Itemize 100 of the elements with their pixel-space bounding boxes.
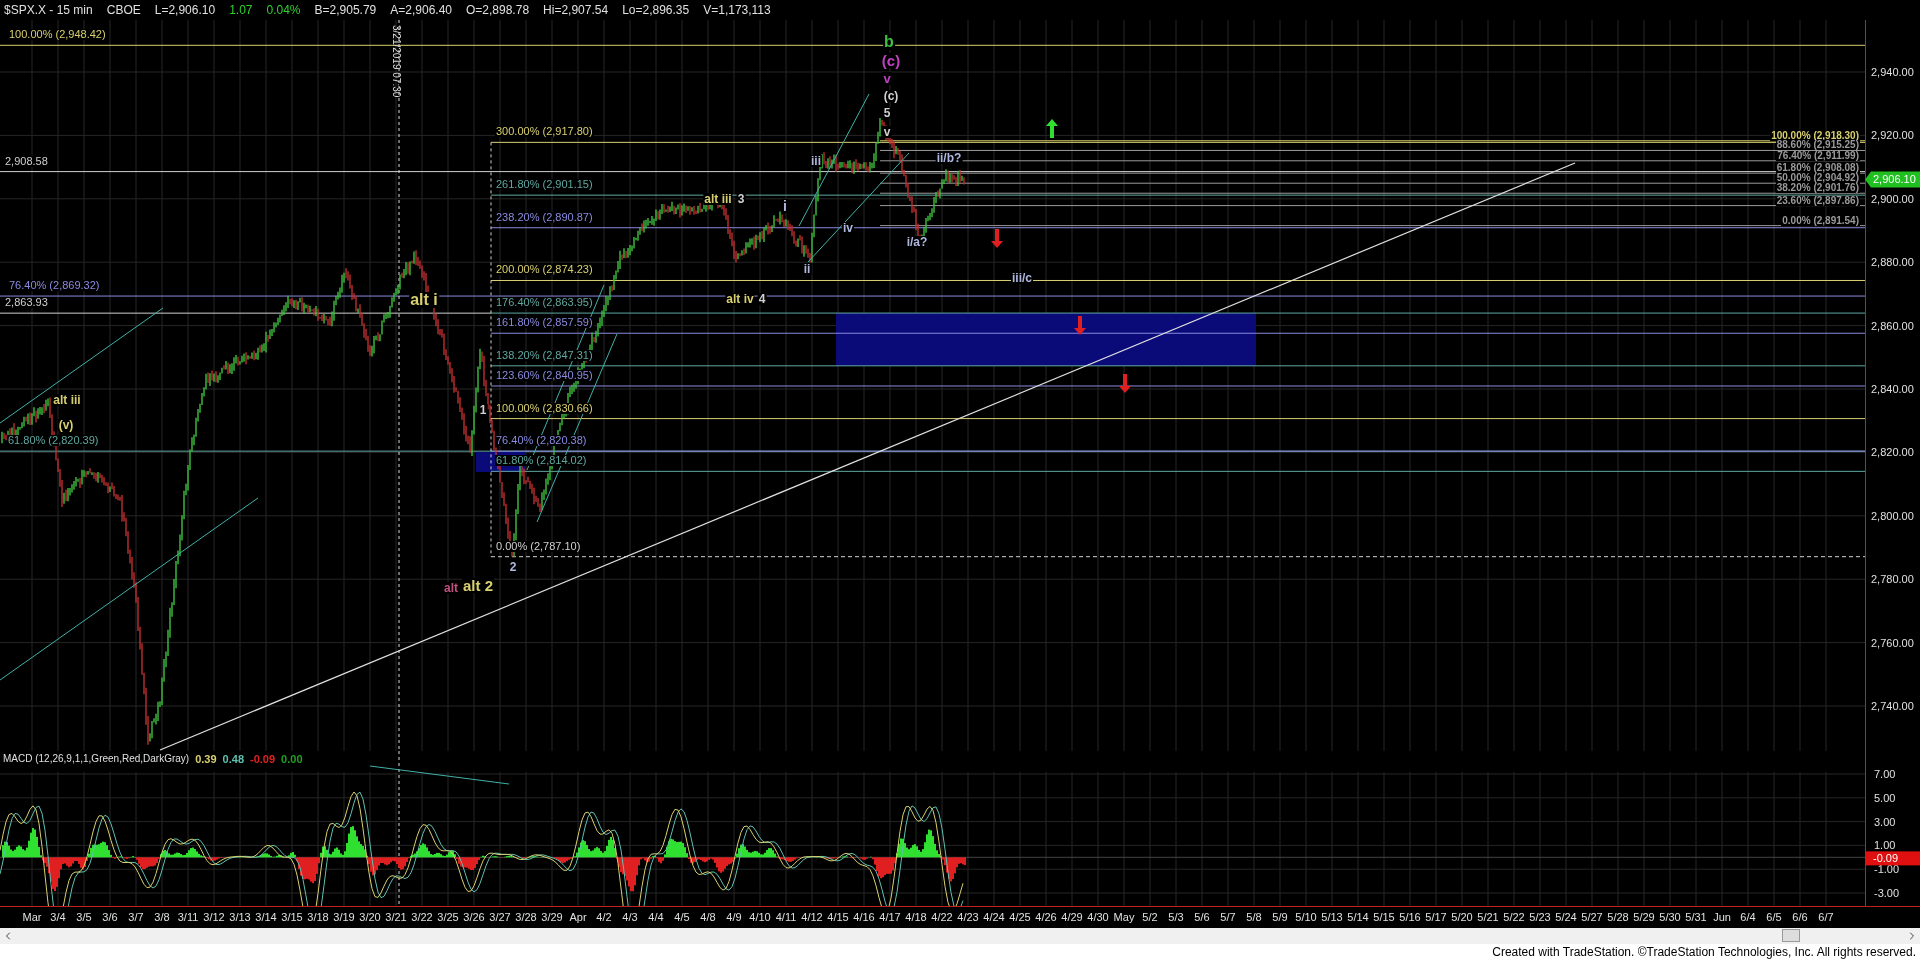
date-axis-label: 3/11 xyxy=(176,910,200,925)
quote-text: 0.04% xyxy=(266,3,301,17)
date-axis-label: 4/24 xyxy=(982,910,1006,925)
last-value-tag: -0.09 xyxy=(1866,851,1920,866)
fib-level-label: 50.00% (2,904.92) xyxy=(1775,173,1860,184)
date-axis-label: 4/16 xyxy=(852,910,876,925)
fib-level-label: 200.00% (2,874.23) xyxy=(495,264,594,276)
fib-level-label: 238.20% (2,890.87) xyxy=(495,211,594,223)
fib-level-label: 0.00% (2,787.10) xyxy=(495,540,582,552)
date-axis-label: 3/8 xyxy=(153,910,171,925)
date-axis-label: 3/26 xyxy=(462,910,486,925)
quote-text: O=2,898.78 xyxy=(466,3,530,17)
last-price-tag: 2,906.10 xyxy=(1865,171,1920,188)
date-axis-label: Mar xyxy=(21,910,43,925)
date-axis-label: 3/19 xyxy=(332,910,356,925)
date-axis-label: Jun xyxy=(1712,910,1732,925)
date-axis-label: 6/4 xyxy=(1739,910,1757,925)
date-axis-label: 4/3 xyxy=(621,910,639,925)
fib-level-label: 123.60% (2,840.95) xyxy=(495,370,594,381)
wave-label: alt 2 xyxy=(462,578,494,593)
date-axis-label: 5/29 xyxy=(1632,910,1656,925)
date-axis-label: 5/7 xyxy=(1219,910,1237,925)
date-axis-label: 6/7 xyxy=(1817,910,1835,925)
macd-axis-label: -3.00 xyxy=(1874,887,1900,899)
price-axis-label: 2,780.00 xyxy=(1871,573,1914,586)
date-axis-label: 3/27 xyxy=(488,910,512,925)
date-axis-label: 5/28 xyxy=(1606,910,1630,925)
date-axis-label: 3/7 xyxy=(127,910,145,925)
date-axis-label: 4/5 xyxy=(673,910,691,925)
date-axis-label: May xyxy=(1112,910,1136,925)
fib-level-label: 161.80% (2,857.59) xyxy=(495,317,594,329)
fib-level-label: 76.40% (2,820.38) xyxy=(495,435,588,447)
quote-text: CBOE xyxy=(106,3,141,17)
quote-text: L=2,906.10 xyxy=(154,3,216,17)
wave-label: i xyxy=(782,199,788,213)
date-axis-label: 4/23 xyxy=(956,910,980,925)
macd-axis-label: 3.00 xyxy=(1874,815,1896,828)
price-axis-label: 2,900.00 xyxy=(1871,192,1914,205)
date-axis-label: 4/11 xyxy=(774,910,798,925)
price-axis-label: 2,860.00 xyxy=(1871,319,1914,332)
date-axis-label: 5/27 xyxy=(1580,910,1604,925)
date-axis-label: 5/3 xyxy=(1167,910,1185,925)
quote-text: 1.07 xyxy=(229,3,253,17)
macd-axis-label: -1.00 xyxy=(1874,863,1900,876)
date-axis-label: 4/8 xyxy=(699,910,717,925)
wave-label: 3 xyxy=(736,193,746,205)
fib-level-label: 38.20% (2,901.76) xyxy=(1775,183,1860,194)
date-axis-label: 5/21 xyxy=(1476,910,1500,925)
fib-level-label: 23.60% (2,897.86) xyxy=(1775,195,1860,206)
date-axis-label: 3/22 xyxy=(410,910,434,925)
date-axis-label: 3/14 xyxy=(254,910,278,925)
date-axis-label: 6/6 xyxy=(1791,910,1809,925)
arrow-down-icon xyxy=(1074,316,1086,335)
price-axis-label: 2,840.00 xyxy=(1871,383,1914,395)
price-axis-label: 2,760.00 xyxy=(1871,636,1914,649)
date-axis-label: 4/15 xyxy=(826,910,850,925)
fib-level-label: 176.40% (2,863.95) xyxy=(495,297,594,309)
date-axis-label: 5/30 xyxy=(1658,910,1682,925)
date-axis-label: 3/12 xyxy=(202,910,226,925)
date-axis-label: 4/12 xyxy=(800,910,824,925)
fib-level-label: 61.80% (2,908.08) xyxy=(1775,163,1860,174)
date-marker-label: 3/21/2019 07:30 xyxy=(391,25,402,98)
arrow-down-icon xyxy=(991,229,1003,248)
level-label: 61.80% (2,820.39) xyxy=(7,435,100,447)
price-axis-label: 2,820.00 xyxy=(1871,446,1914,459)
wave-label: alt iv xyxy=(725,293,755,305)
macd-axis-label: 5.00 xyxy=(1874,791,1896,804)
quote-text: A=2,906.40 xyxy=(390,3,452,17)
level-label: 100.00% (2,948.42) xyxy=(8,29,107,41)
wave-label: iii xyxy=(810,155,822,167)
date-axis-label: Apr xyxy=(568,910,588,925)
copyright-footer: Created with TradeStation. ©TradeStation Technologies, Inc. All rights reserved. xyxy=(0,944,1920,960)
wave-label: iii/c xyxy=(1011,272,1033,284)
date-axis-label: 5/2 xyxy=(1141,910,1159,925)
fib-level-label: 0.00% (2,891.54) xyxy=(1781,215,1860,226)
price-axis-label: 2,880.00 xyxy=(1871,256,1914,269)
macd-value: -0.09 xyxy=(250,754,276,765)
macd-value: 0.39 xyxy=(195,754,217,765)
level-label: 76.40% (2,869.32) xyxy=(8,280,101,292)
date-axis-label: 5/6 xyxy=(1193,910,1211,925)
macd-title: MACD (12,26,9,1,1,Green,Red,DarkGray) xyxy=(3,754,190,765)
macd-axis-label: 7.00 xyxy=(1874,768,1896,780)
fib-level-label: 261.80% (2,901.15) xyxy=(495,179,594,191)
date-axis-label: 4/25 xyxy=(1008,910,1032,925)
date-axis-label: 3/18 xyxy=(306,910,330,925)
wave-label: alt iii xyxy=(52,394,82,406)
date-axis-label: 5/16 xyxy=(1398,910,1422,925)
date-axis-label: 4/4 xyxy=(647,910,665,925)
arrow-down-icon xyxy=(1119,374,1131,393)
level-label: 2,908.58 xyxy=(4,155,49,167)
wave-label: 2 xyxy=(508,561,518,573)
date-axis-label: 3/15 xyxy=(280,910,304,925)
date-axis-label: 5/31 xyxy=(1684,910,1708,925)
fib-level-label: 76.40% (2,911.99) xyxy=(1776,150,1860,161)
level-label: 2,863.93 xyxy=(4,297,49,309)
date-axis-label: 3/5 xyxy=(75,910,93,925)
date-axis-label: 3/25 xyxy=(436,910,460,925)
wave-label: v xyxy=(882,72,892,85)
wave-label: (c) xyxy=(882,90,900,102)
scrollbar-thumb[interactable] xyxy=(1782,929,1800,942)
